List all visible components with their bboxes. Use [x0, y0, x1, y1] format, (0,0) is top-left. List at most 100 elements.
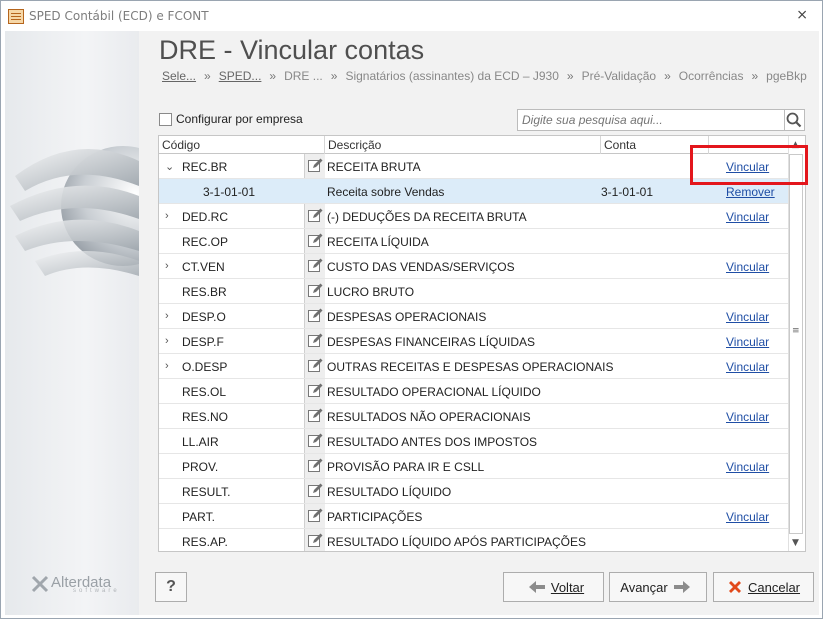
accounts-grid: Código Descrição Conta ⌄ REC.BR RECEITA BR… — [158, 135, 806, 552]
search-icon — [786, 112, 802, 128]
edit-cell[interactable] — [304, 304, 325, 328]
row-code: RES.BR — [182, 285, 227, 299]
breadcrumb-separator: » — [269, 69, 277, 83]
configure-by-company-row[interactable]: Configurar por empresa — [159, 112, 303, 126]
row-description: DESPESAS OPERACIONAIS — [327, 310, 487, 324]
next-button[interactable]: Avançar — [609, 572, 707, 602]
edit-cell[interactable] — [304, 529, 325, 551]
row-code: RES.OL — [182, 385, 227, 399]
breadcrumb-item[interactable]: DRE ... — [284, 69, 323, 83]
link-account-link[interactable]: Vincular — [726, 210, 769, 224]
table-row[interactable]: › DED.RC (-) DEDUÇÕES DA RECEITA BRUTA Vinc… — [159, 204, 788, 229]
remove-link[interactable]: Remover — [726, 185, 775, 199]
search-input[interactable] — [517, 109, 785, 131]
breadcrumb-item[interactable]: SPED... — [219, 69, 262, 83]
row-description: (-) DEDUÇÕES DA RECEITA BRUTA — [327, 210, 527, 224]
back-button[interactable]: Voltar — [503, 572, 604, 602]
breadcrumb-separator: » — [204, 69, 211, 83]
link-account-link[interactable]: Vincular — [726, 510, 769, 524]
edit-cell[interactable] — [304, 279, 325, 303]
edit-cell[interactable] — [304, 504, 325, 528]
scrollbar-thumb[interactable] — [789, 154, 803, 534]
table-row[interactable]: REC.OP RECEITA LÍQUIDA — [159, 229, 788, 254]
grid-rows: ⌄ REC.BR RECEITA BRUTA Vincular 3-1-01-01 Rec… — [159, 154, 788, 551]
table-row[interactable]: PART. PARTICIPAÇÕES Vincular — [159, 504, 788, 529]
table-row[interactable]: RES.BR LUCRO BRUTO — [159, 279, 788, 304]
table-row[interactable]: › DESP.F DESPESAS FINANCEIRAS LÍQUIDAS Vinc… — [159, 329, 788, 354]
cancel-x-icon — [728, 581, 741, 593]
edit-pencil-icon — [308, 433, 323, 447]
edit-cell[interactable] — [304, 404, 325, 428]
edit-cell[interactable] — [304, 329, 325, 353]
scroll-down-arrow-icon[interactable]: ▼ — [792, 538, 799, 548]
edit-cell[interactable] — [304, 479, 325, 503]
edit-cell[interactable] — [304, 204, 325, 228]
edit-cell[interactable] — [304, 254, 325, 278]
link-account-link[interactable]: Vincular — [726, 260, 769, 274]
close-icon[interactable]: ⨯ — [796, 7, 808, 23]
edit-cell[interactable] — [304, 429, 325, 453]
breadcrumb-item[interactable]: Ocorrências — [679, 69, 744, 83]
row-description: OUTRAS RECEITAS E DESPESAS OPERACIONAIS — [327, 360, 614, 374]
edit-pencil-icon — [308, 233, 323, 247]
link-account-link[interactable]: Vincular — [726, 160, 769, 174]
search-button[interactable] — [785, 109, 805, 131]
row-description: RESULTADO ANTES DOS IMPOSTOS — [327, 435, 538, 449]
link-account-link[interactable]: Vincular — [726, 360, 769, 374]
configure-by-company-label: Configurar por empresa — [176, 112, 303, 126]
edit-cell[interactable] — [304, 379, 325, 403]
edit-pencil-icon — [308, 483, 323, 497]
table-row[interactable]: RESULT. RESULTADO LÍQUIDO — [159, 479, 788, 504]
edit-cell[interactable] — [304, 154, 325, 178]
table-row[interactable]: LL.AIR RESULTADO ANTES DOS IMPOSTOS — [159, 429, 788, 454]
row-code: CT.VEN — [182, 260, 225, 274]
chevron-right-icon[interactable]: › — [165, 335, 175, 347]
configure-by-company-checkbox[interactable] — [159, 112, 172, 126]
edit-pencil-icon — [308, 508, 323, 522]
chevron-right-icon[interactable]: › — [165, 310, 175, 322]
edit-pencil-icon — [308, 408, 323, 422]
row-account: 3-1-01-01 — [601, 185, 654, 199]
table-row[interactable]: PROV. PROVISÃO PARA IR E CSLL Vincular — [159, 454, 788, 479]
table-row[interactable]: › O.DESP OUTRAS RECEITAS E DESPESAS OPERAC… — [159, 354, 788, 379]
chevron-right-icon[interactable]: › — [165, 360, 175, 372]
header-conta[interactable]: Conta — [601, 136, 709, 154]
link-account-link[interactable]: Vincular — [726, 460, 769, 474]
table-row[interactable]: ⌄ REC.BR RECEITA BRUTA Vincular — [159, 154, 788, 179]
edit-pencil-icon — [308, 258, 323, 272]
edit-cell[interactable] — [304, 354, 325, 378]
edit-pencil-icon — [308, 208, 323, 222]
table-row[interactable]: › DESP.O DESPESAS OPERACIONAIS Vincular — [159, 304, 788, 329]
help-button[interactable]: ? — [155, 572, 187, 602]
link-account-link[interactable]: Vincular — [726, 410, 769, 424]
table-row[interactable]: RES.OL RESULTADO OPERACIONAL LÍQUIDO — [159, 379, 788, 404]
breadcrumb-item[interactable]: pgeBkp — [766, 69, 807, 83]
row-description: RECEITA BRUTA — [327, 160, 421, 174]
header-descricao[interactable]: Descrição — [325, 136, 601, 154]
edit-cell[interactable] — [304, 229, 325, 253]
cancel-button[interactable]: Cancelar — [713, 572, 814, 602]
link-account-link[interactable]: Vincular — [726, 310, 769, 324]
chevron-right-icon[interactable]: › — [165, 260, 175, 272]
link-account-link[interactable]: Vincular — [726, 335, 769, 349]
window-title: SPED Contábil (ECD) e FCONT — [29, 9, 209, 23]
table-row[interactable]: › CT.VEN CUSTO DAS VENDAS/SERVIÇOS Vincular — [159, 254, 788, 279]
row-code: LL.AIR — [182, 435, 219, 449]
table-row[interactable]: RES.NO RESULTADOS NÃO OPERACIONAIS Vincula… — [159, 404, 788, 429]
breadcrumb-item[interactable]: Signatários (assinantes) da ECD – J930 — [345, 69, 558, 83]
chevron-right-icon[interactable]: › — [165, 210, 175, 222]
row-description: LUCRO BRUTO — [327, 285, 415, 299]
table-row[interactable]: 3-1-01-01 Receita sobre Vendas 3-1-01-01 Re… — [159, 179, 788, 204]
edit-cell[interactable] — [304, 454, 325, 478]
chevron-down-icon[interactable]: ⌄ — [165, 160, 175, 173]
edit-pencil-icon — [308, 158, 323, 172]
header-codigo[interactable]: Código — [159, 136, 325, 154]
breadcrumb-item[interactable]: Pré-Validação — [582, 69, 656, 83]
row-code: DED.RC — [182, 210, 229, 224]
table-row[interactable]: RES.AP. RESULTADO LÍQUIDO APÓS PARTICIPAÇ… — [159, 529, 788, 551]
back-label: Voltar — [550, 579, 585, 595]
breadcrumb-item[interactable]: Sele... — [162, 69, 196, 83]
scroll-up-arrow-icon[interactable]: ▲ — [792, 140, 799, 150]
breadcrumb-separator: » — [751, 69, 759, 83]
row-code: REC.BR — [182, 160, 228, 174]
